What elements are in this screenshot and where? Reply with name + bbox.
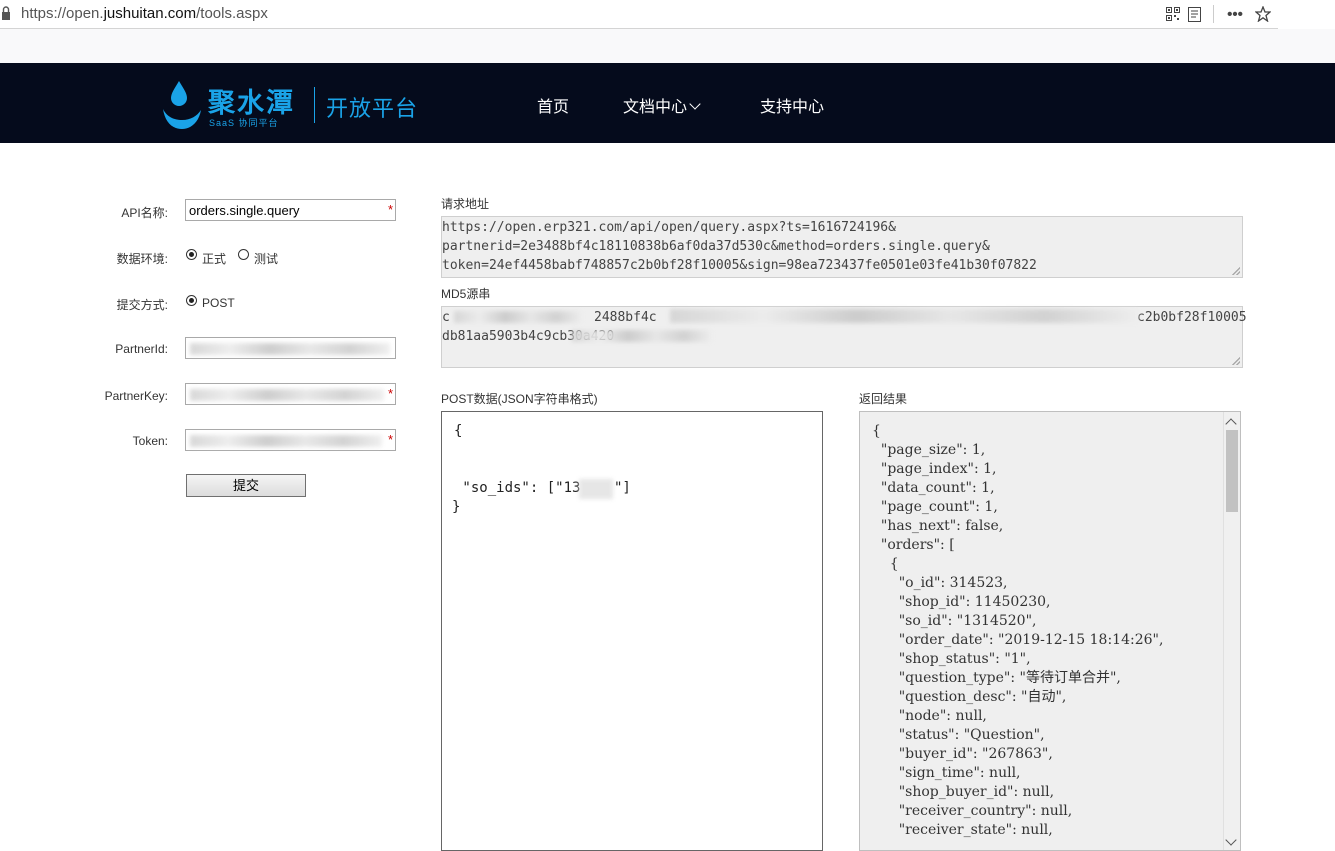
post-line-end: "] [614,480,631,496]
brand-tagline: SaaS 协同平台 [209,118,279,128]
nav-support[interactable]: 支持中心 [760,93,824,117]
result-line: "order_date": "2019-12-15 18:14:26", [872,632,1164,648]
scroll-up-icon[interactable] [1225,418,1237,430]
url-path: /tools.aspx [196,5,268,22]
request-url-line: token=24ef4458babf748857c2b0bf28f10005&s… [442,258,1037,273]
result-line: "orders": [ [872,537,955,553]
redacted-value [190,343,390,355]
redacted-value [572,330,712,342]
result-line: "node": null, [872,708,987,724]
result-textarea[interactable]: { "page_size": 1, "page_index": 1, "data… [859,411,1241,851]
resize-grip-icon[interactable] [1232,267,1240,275]
water-drop-logo-icon[interactable] [162,79,202,131]
request-url-line: partnerid=2e3488bf4c18110838b6af0da37d53… [442,239,990,254]
result-line: { [872,423,881,439]
redacted-value [454,311,582,323]
md5-line-mid: 2488bf4c [594,310,657,325]
scroll-down-icon[interactable] [1225,834,1237,846]
partner-id-label: PartnerId: [115,342,168,356]
partner-id-input[interactable] [185,337,396,359]
method-radio-post[interactable] [186,295,197,306]
token-label: Token: [132,434,168,448]
resize-grip-icon[interactable] [1232,357,1240,365]
address-bar[interactable]: https://open.jushuitan.com/tools.aspx ••… [0,0,1278,29]
result-line: "has_next": false, [872,518,1004,534]
request-url-textarea[interactable]: https://open.erp321.com/api/open/query.a… [441,216,1243,278]
submit-button[interactable]: 提交 [186,474,306,497]
method-post-label: POST [202,296,235,310]
result-line: "page_count": 1, [872,499,998,515]
post-line: } [452,499,461,515]
required-mark: * [387,202,393,217]
url-prefix: https://open. [21,5,104,22]
post-line: { [454,423,463,439]
result-line: "receiver_state": null, [872,822,1053,838]
partner-key-label: PartnerKey: [104,389,168,403]
qr-code-icon[interactable] [1165,5,1181,23]
post-line: "so_ids": ["13 [454,480,581,496]
result-line: "sign_time": null, [872,765,1021,781]
api-name-input[interactable]: orders.single.query * [185,199,396,221]
result-line: "shop_status": "1", [872,651,1031,667]
result-line: "data_count": 1, [872,480,995,496]
site-header: 聚水潭 SaaS 协同平台 开放平台 首页 文档中心 支持中心 [0,63,1335,143]
result-line: "buyer_id": "267863", [872,746,1053,762]
md5-textarea[interactable]: c 2488bf4c c2b0bf28f10005 db81aa5903b4c9… [441,306,1247,368]
partner-key-input[interactable]: * [185,383,396,405]
reader-view-icon[interactable] [1186,5,1202,23]
brand-divider [314,87,315,123]
lock-icon [2,6,10,20]
env-radio-test[interactable] [238,249,249,260]
result-line: "page_index": 1, [872,461,997,477]
result-line: "question_desc": "自动", [872,689,1067,705]
method-label: 提交方式: [116,298,168,312]
result-line: "so_id": "1314520", [872,613,1037,629]
result-line: "status": "Question", [872,727,1045,743]
md5-line-end: c2b0bf28f10005 [1137,310,1247,325]
token-input[interactable]: * [185,429,396,451]
result-line: "question_type": "等待订单合并", [872,670,1121,686]
toolbar-divider [1213,5,1214,23]
result-line: "o_id": 314523, [872,575,1008,591]
env-test-label: 测试 [254,252,279,266]
env-prod-label: 正式 [202,252,227,266]
result-scrollbar[interactable] [1223,412,1240,850]
redacted-value [579,479,613,499]
md5-line-start: c [442,310,450,325]
result-line: "shop_id": 11450230, [872,594,1051,610]
env-label: 数据环境: [116,252,168,266]
required-mark: * [387,432,393,447]
nav-home[interactable]: 首页 [537,93,569,117]
chevron-down-icon [689,98,701,110]
required-mark: * [387,386,393,401]
request-url-title: 请求地址 [441,197,490,211]
result-line: { [872,556,899,572]
result-line: "receiver_country": null, [872,803,1073,819]
brand-name[interactable]: 聚水潭 [208,81,295,120]
post-data-textarea[interactable]: { "so_ids": ["13 "] } [441,411,823,851]
post-data-title: POST数据(JSON字符串格式) [441,392,598,406]
redacted-value [190,435,382,447]
url-domain: jushuitan.com [103,5,197,22]
bookmark-star-icon[interactable] [1254,5,1272,23]
result-title: 返回结果 [859,392,908,406]
more-options-icon[interactable]: ••• [1226,5,1244,23]
md5-title: MD5源串 [441,287,491,301]
url-text[interactable]: https://open.jushuitan.com/tools.aspx [21,5,268,22]
scroll-thumb[interactable] [1226,430,1238,512]
nav-docs-label: 文档中心 [623,99,688,116]
result-line: "shop_buyer_id": null, [872,784,1055,800]
browser-toolbar-area [0,29,1335,63]
redacted-value [670,309,1138,323]
env-radio-prod[interactable] [186,249,197,260]
redacted-value [190,389,384,401]
api-name-value: orders.single.query [189,203,300,218]
open-platform-title[interactable]: 开放平台 [326,91,418,123]
result-line: "page_size": 1, [872,442,986,458]
request-url-line: https://open.erp321.com/api/open/query.a… [442,220,896,235]
nav-docs[interactable]: 文档中心 [623,93,701,117]
api-name-label: API名称: [121,206,168,220]
